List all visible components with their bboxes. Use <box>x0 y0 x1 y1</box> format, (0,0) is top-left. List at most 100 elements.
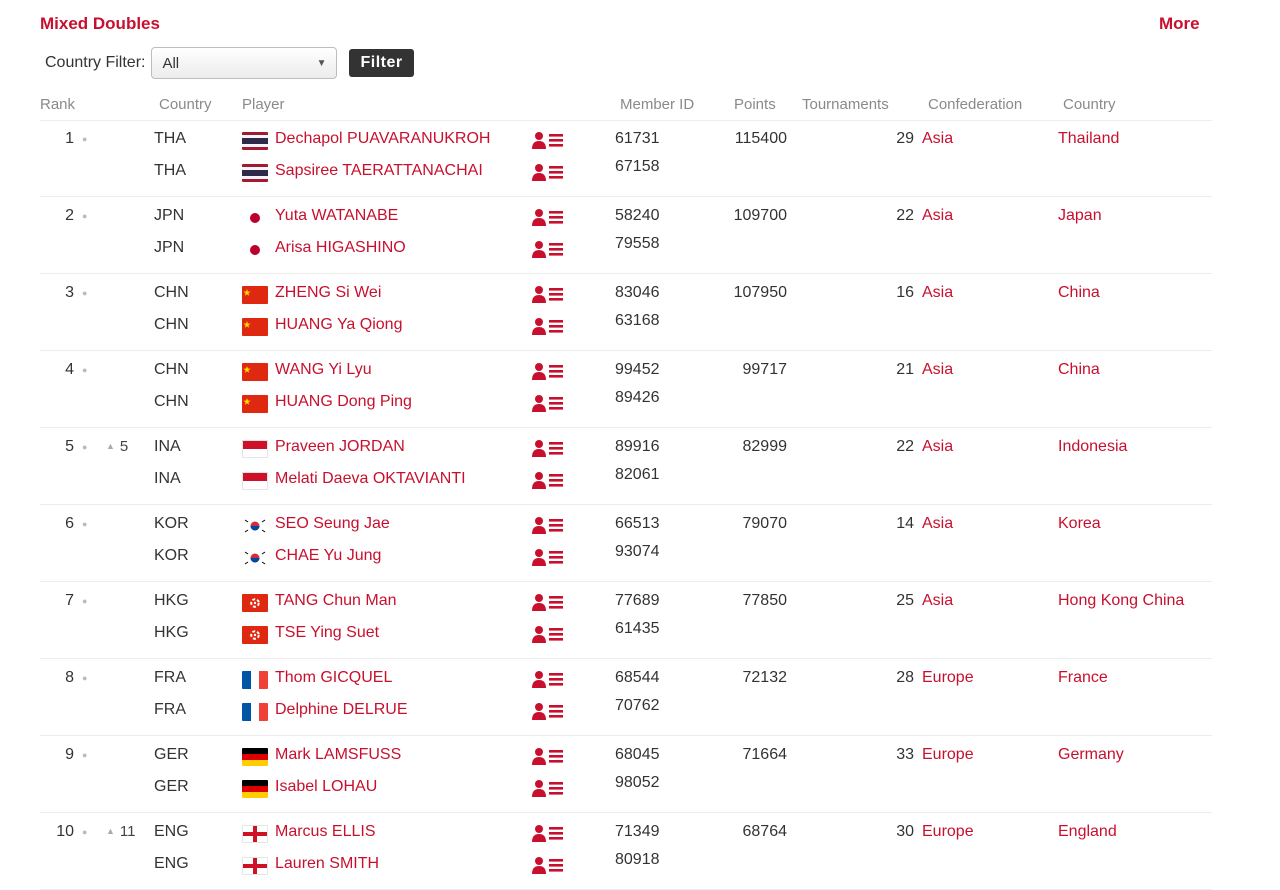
player-profile-icon[interactable] <box>532 624 564 644</box>
player-name-link[interactable]: WANG Yi Lyu <box>275 361 372 379</box>
tournaments-value: 16 <box>896 284 914 301</box>
member-id: 68045 <box>615 746 660 763</box>
confederation-link[interactable]: Asia <box>922 361 953 379</box>
player-name-link[interactable]: Thom GICQUEL <box>275 669 392 687</box>
confederation-link[interactable]: Europe <box>922 669 974 687</box>
rank-up-icon: ▲ <box>106 826 115 836</box>
player-country-code: THA <box>154 162 186 179</box>
confederation-link[interactable]: Europe <box>922 746 974 764</box>
player-profile-icon[interactable] <box>532 284 564 304</box>
team-row: 2 ● JPN Yuta WATANABE 58240 JPN Arisa HIGASHIN… <box>40 197 1212 274</box>
team-row: 8 ● FRA Thom GICQUEL 68544 FRA Delphine DELRUE… <box>40 659 1212 736</box>
header-tournaments[interactable]: Tournaments <box>802 96 889 113</box>
player-name-link[interactable]: ZHENG Si Wei <box>275 284 381 302</box>
country-link[interactable]: China <box>1058 284 1100 302</box>
confederation-link[interactable]: Asia <box>922 284 953 302</box>
player-profile-icon[interactable] <box>532 855 564 875</box>
player-name-link[interactable]: Lauren SMITH <box>275 855 379 873</box>
points-value: 99717 <box>742 361 788 378</box>
header-member-id[interactable]: Member ID <box>620 96 694 113</box>
rank-value: 9 <box>65 746 74 763</box>
header-country-code[interactable]: Country <box>159 96 212 113</box>
player-profile-icon[interactable] <box>532 207 564 227</box>
player-profile-icon[interactable] <box>532 393 564 413</box>
player-name-link[interactable]: Delphine DELRUE <box>275 701 408 719</box>
country-link[interactable]: Japan <box>1058 207 1102 225</box>
member-id: 80918 <box>615 851 660 868</box>
tournaments-value: 28 <box>896 669 914 686</box>
filter-button[interactable]: Filter <box>349 49 414 77</box>
header-confederation[interactable]: Confederation <box>928 96 1022 113</box>
tournaments-value: 25 <box>896 592 914 609</box>
player-profile-icon[interactable] <box>532 316 564 336</box>
dropdown-caret-icon: ▼ <box>316 57 327 69</box>
player-profile-icon[interactable] <box>532 701 564 721</box>
confederation-link[interactable]: Asia <box>922 207 953 225</box>
header-points[interactable]: Points <box>734 96 776 113</box>
confederation-link[interactable]: Asia <box>922 592 953 610</box>
player-name-link[interactable]: Isabel LOHAU <box>275 778 377 796</box>
header-country[interactable]: Country <box>1063 96 1116 113</box>
indonesia-flag-icon <box>242 440 268 458</box>
player-name-link[interactable]: SEO Seung Jae <box>275 515 390 533</box>
player-profile-icon[interactable] <box>532 361 564 381</box>
player-profile-icon[interactable] <box>532 515 564 535</box>
country-filter-value: All <box>162 54 180 72</box>
tournaments-value: 29 <box>896 130 914 147</box>
member-id: 98052 <box>615 774 660 791</box>
player-profile-icon[interactable] <box>532 669 564 689</box>
country-link[interactable]: Thailand <box>1058 130 1119 148</box>
member-id: 58240 <box>615 207 660 224</box>
player-profile-icon[interactable] <box>532 823 564 843</box>
player-name-link[interactable]: TANG Chun Man <box>275 592 397 610</box>
country-filter-select[interactable]: All ▼ <box>151 47 338 79</box>
player-name-link[interactable]: HUANG Dong Ping <box>275 393 412 411</box>
player-profile-icon[interactable] <box>532 130 564 150</box>
points-value: 77850 <box>742 592 788 609</box>
japan-flag-icon <box>242 241 268 259</box>
country-link[interactable]: Indonesia <box>1058 438 1127 456</box>
rank-value: 3 <box>65 284 74 301</box>
team-row: 6 ● KOR SEO Seung Jae 66513 KOR CHAE Yu Jung 93… <box>40 505 1212 582</box>
country-link[interactable]: Hong Kong China <box>1058 592 1184 610</box>
player-profile-icon[interactable] <box>532 778 564 798</box>
country-link[interactable]: Germany <box>1058 746 1124 764</box>
player-name-link[interactable]: Mark LAMSFUSS <box>275 746 401 764</box>
team-row: 9 ● GER Mark LAMSFUSS 68045 GER Isabel LOHAU 98… <box>40 736 1212 813</box>
player-profile-icon[interactable] <box>532 239 564 259</box>
player-name-link[interactable]: CHAE Yu Jung <box>275 547 381 565</box>
player-name-link[interactable]: Marcus ELLIS <box>275 823 375 841</box>
header-player[interactable]: Player <box>242 96 285 113</box>
country-link[interactable]: England <box>1058 823 1117 841</box>
country-link[interactable]: France <box>1058 669 1108 687</box>
confederation-link[interactable]: Europe <box>922 823 974 841</box>
player-profile-icon[interactable] <box>532 470 564 490</box>
member-id: 89916 <box>615 438 660 455</box>
rank-change-icon: ● <box>82 442 88 452</box>
header-rank[interactable]: Rank <box>40 96 75 113</box>
player-profile-icon[interactable] <box>532 162 564 182</box>
hong-kong-flag-icon <box>242 626 268 644</box>
player-name-link[interactable]: Sapsiree TAERATTANACHAI <box>275 162 483 180</box>
player-name-link[interactable]: Praveen JORDAN <box>275 438 405 456</box>
player-name-link[interactable]: Melati Daeva OKTAVIANTI <box>275 470 466 488</box>
player-profile-icon[interactable] <box>532 592 564 612</box>
player-profile-icon[interactable] <box>532 547 564 567</box>
confederation-link[interactable]: Asia <box>922 515 953 533</box>
player-name-link[interactable]: HUANG Ya Qiong <box>275 316 402 334</box>
player-name-link[interactable]: Arisa HIGASHINO <box>275 239 406 257</box>
country-link[interactable]: China <box>1058 361 1100 379</box>
player-country-code: HKG <box>154 624 189 641</box>
player-name-link[interactable]: Yuta WATANABE <box>275 207 398 225</box>
player-profile-icon[interactable] <box>532 438 564 458</box>
confederation-link[interactable]: Asia <box>922 130 953 148</box>
hong-kong-flag-icon <box>242 594 268 612</box>
player-profile-icon[interactable] <box>532 746 564 766</box>
country-link[interactable]: Korea <box>1058 515 1101 533</box>
player-name-link[interactable]: TSE Ying Suet <box>275 624 379 642</box>
confederation-link[interactable]: Asia <box>922 438 953 456</box>
member-id: 67158 <box>615 158 660 175</box>
player-name-link[interactable]: Dechapol PUAVARANUKROH <box>275 130 490 148</box>
rank-value: 10 <box>56 823 74 840</box>
more-link[interactable]: More <box>1159 14 1200 34</box>
